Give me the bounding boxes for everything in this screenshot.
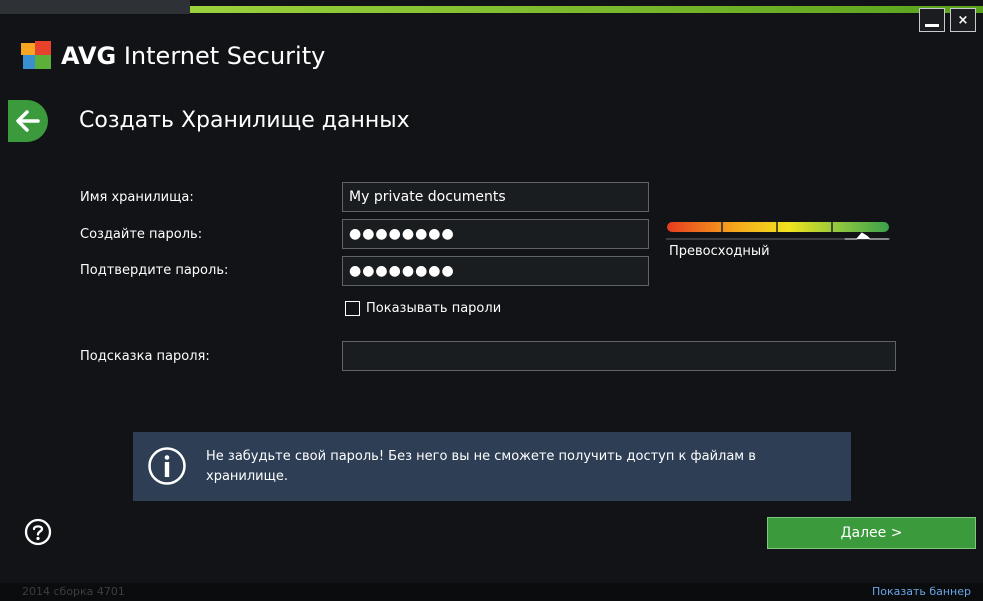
strength-marker [844,232,889,240]
close-button[interactable]: × [950,8,976,32]
create-password-input[interactable]: ●●●●●●●● [342,219,649,249]
app-window: × AVG Internet Security Создать Хранилищ… [0,0,983,601]
strength-bar [667,222,889,232]
title-bar-left [0,0,190,14]
title-bar-accent [190,6,983,13]
checkbox-box[interactable] [345,301,360,316]
vault-name-input[interactable] [342,182,649,212]
brand-product: Internet Security [116,42,326,70]
info-banner: Не забудьте свой пароль! Без него вы не … [133,432,851,501]
arrow-left-icon [16,110,40,132]
page-title: Создать Хранилище данных [79,108,410,133]
minimize-button[interactable] [919,8,945,32]
password-hint-label: Подсказка пароля: [80,349,210,364]
app-title: AVG Internet Security [61,41,325,71]
confirm-password-label: Подтвердите пароль: [80,263,229,278]
password-strength-meter [666,219,890,241]
avg-logo-icon [21,41,55,71]
status-bar: 2014 сборка 4701 Показать баннер [0,583,983,601]
show-passwords-checkbox[interactable]: Показывать пароли [345,301,501,316]
back-button[interactable] [8,100,48,142]
help-icon[interactable] [24,518,52,546]
info-message: Не забудьте свой пароль! Без него вы не … [206,449,756,484]
show-passwords-label: Показывать пароли [366,301,502,316]
confirm-password-input[interactable]: ●●●●●●●● [342,256,649,286]
show-banner-link[interactable]: Показать баннер [872,585,971,598]
password-hint-input[interactable] [342,341,896,371]
build-info: 2014 сборка 4701 [22,585,125,598]
strength-label: Превосходный [669,244,770,259]
create-password-label: Создайте пароль: [80,227,203,242]
vault-name-label: Имя хранилища: [80,190,194,205]
minimize-icon [925,23,939,27]
info-icon [148,447,186,485]
next-button[interactable]: Далее > [767,517,976,549]
brand-avg: AVG [61,42,117,70]
title-bar [0,0,983,14]
